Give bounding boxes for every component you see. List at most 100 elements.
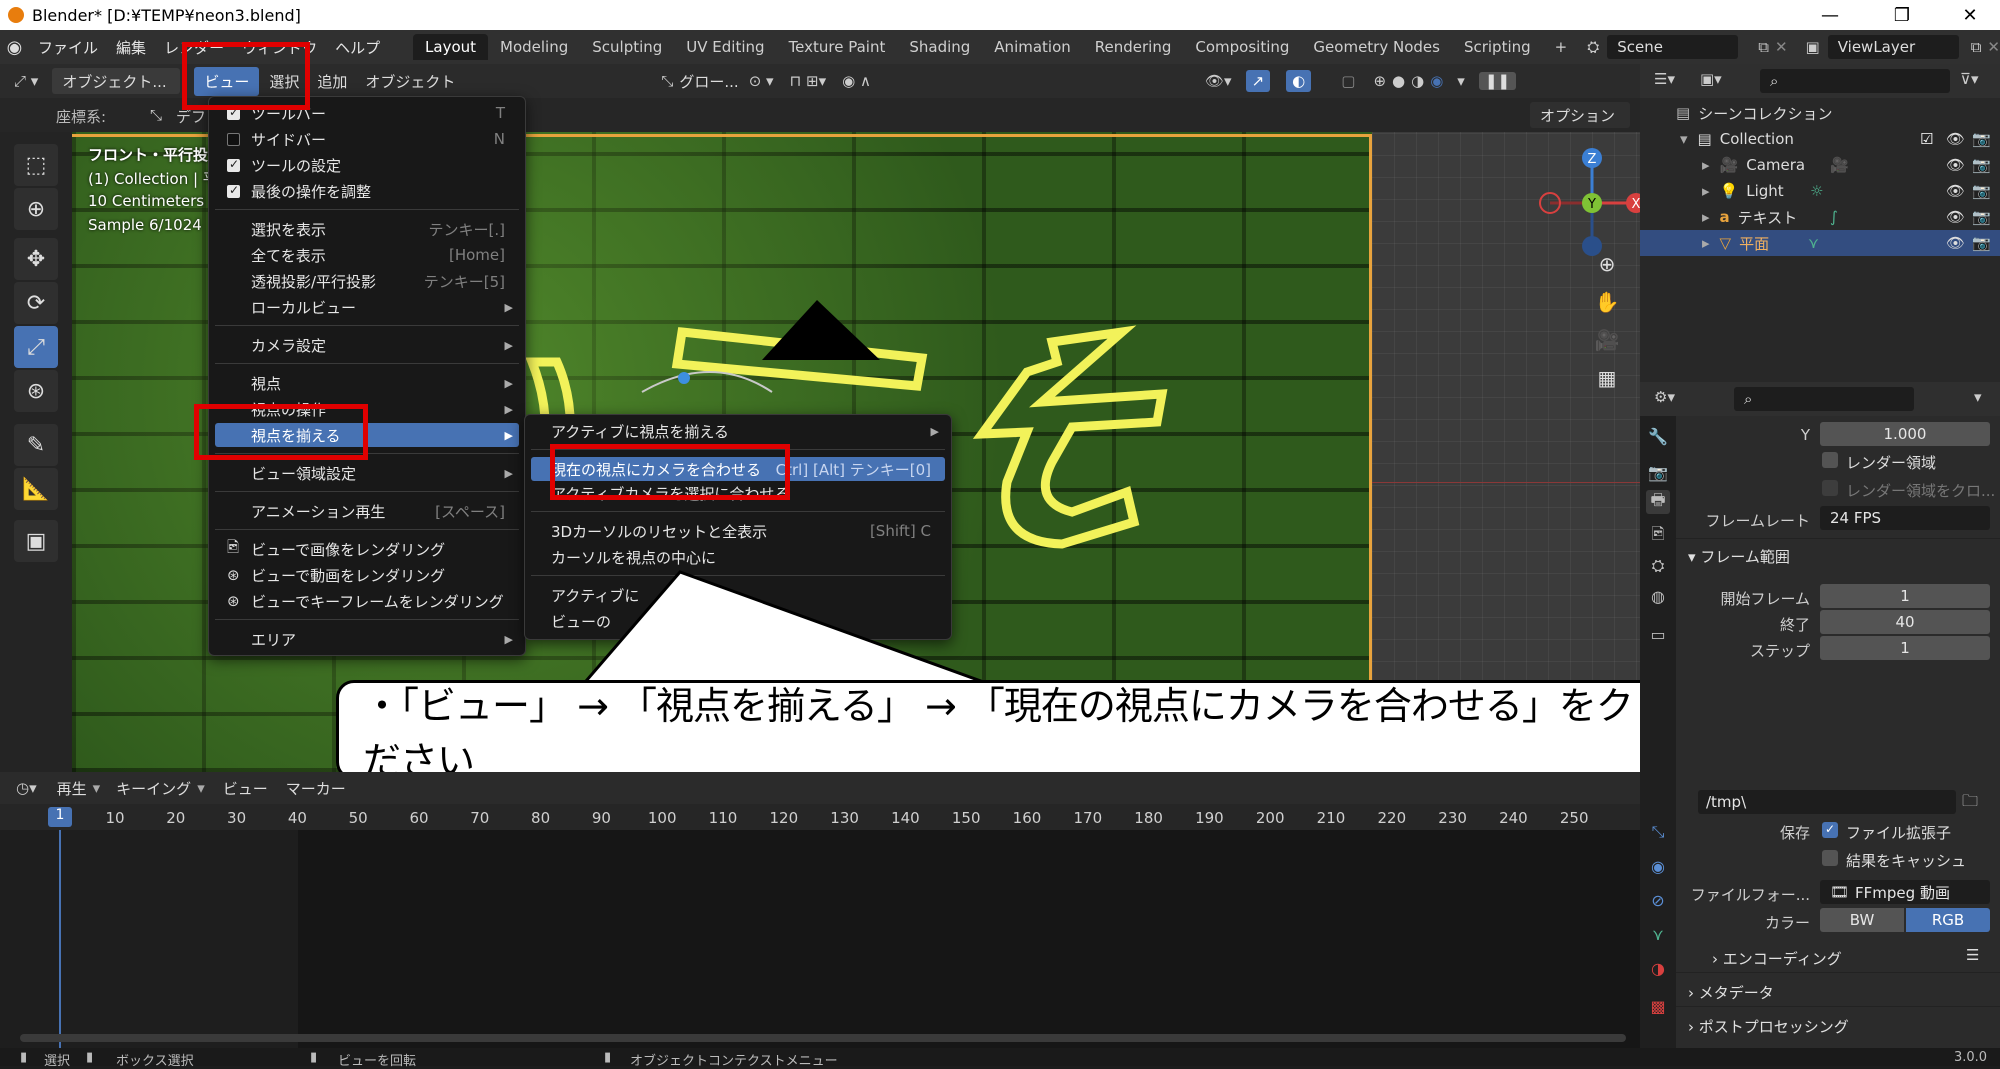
menu-item-viewpoint[interactable]: 視点 ▶	[215, 371, 519, 395]
outliner-scene-collection[interactable]: ▤ シーンコレクション	[1640, 100, 2000, 126]
menu-item-local-view[interactable]: ローカルビュー ▶	[215, 295, 519, 319]
menu-item-center-cursor[interactable]: カーソルを視点の中心に	[531, 545, 945, 569]
timeline-scrollbar[interactable]	[20, 1034, 1626, 1042]
data-tab-icon[interactable]: ⋎	[1646, 922, 1670, 946]
framerate-dropdown[interactable]: 24 FPS	[1820, 506, 1990, 530]
postprocessing-header[interactable]: › ポストプロセッシング	[1688, 1016, 1849, 1037]
add-workspace-button[interactable]: +	[1543, 34, 1580, 60]
remove-view-layer-icon[interactable]: ✕	[1987, 38, 2000, 56]
tab-rendering[interactable]: Rendering	[1083, 34, 1184, 60]
view-layer-icon[interactable]: ▣	[1806, 38, 1820, 56]
scale-tool-icon[interactable]: ⤢	[14, 326, 58, 368]
copy-view-layer-icon[interactable]: ⧉	[1971, 38, 1982, 56]
menu-item-adjust-last[interactable]: 最後の操作を調整	[215, 179, 519, 203]
file-extension-checkbox[interactable]: ✓	[1822, 822, 1838, 838]
encoding-presets-icon[interactable]: ☰	[1966, 946, 1979, 964]
pan-hand-icon[interactable]: ✋	[1595, 290, 1620, 314]
current-frame-indicator[interactable]: 1	[48, 807, 72, 827]
menu-edit[interactable]: 編集	[107, 37, 155, 58]
cache-result-checkbox[interactable]	[1822, 850, 1838, 866]
menu-item-sidebar[interactable]: サイドバー N	[215, 127, 519, 151]
annotate-tool-icon[interactable]: ✎	[14, 424, 58, 466]
mode-selector[interactable]: オブジェクト...	[52, 68, 181, 94]
copy-scene-icon[interactable]: ⧉	[1758, 38, 1769, 56]
folder-icon[interactable]: 🗀	[1962, 790, 1978, 817]
color-bw-button[interactable]: BW	[1820, 908, 1904, 932]
render-tab-icon[interactable]: 📷	[1646, 460, 1670, 484]
pivot-icon[interactable]: ⊙ ▾	[749, 72, 774, 90]
output-tab-icon[interactable]: 🖶	[1646, 490, 1670, 514]
menu-item-viewport-render-keyframes[interactable]: ⊛ ビューでキーフレームをレンダリング	[215, 589, 519, 613]
add-cube-tool-icon[interactable]: ▣	[14, 520, 58, 562]
start-frame-field[interactable]: 1	[1820, 584, 1990, 608]
minimize-button[interactable]: —	[1800, 0, 1860, 30]
menu-item-tool-settings[interactable]: ツールの設定	[215, 153, 519, 177]
pause-render-icon[interactable]: ❚❚	[1478, 72, 1516, 90]
shading-options-icon[interactable]: ▾	[1457, 72, 1465, 90]
timeline-editor-icon[interactable]: ◷▾	[16, 779, 37, 797]
outliner-row-collection[interactable]: ▾ ▤ Collection ☑ 👁 📷	[1640, 126, 2000, 152]
tab-texture-paint[interactable]: Texture Paint	[777, 34, 898, 60]
color-rgb-button[interactable]: RGB	[1906, 908, 1990, 932]
output-path-field[interactable]: /tmp\	[1698, 790, 1956, 814]
tab-geometry-nodes[interactable]: Geometry Nodes	[1301, 34, 1452, 60]
transform-tool-icon[interactable]: ⊛	[14, 370, 58, 412]
tab-scripting[interactable]: Scripting	[1452, 34, 1543, 60]
tab-shading[interactable]: Shading	[897, 34, 982, 60]
texture-tab-icon[interactable]: ▩	[1646, 994, 1670, 1018]
restore-button[interactable]: ❐	[1872, 0, 1932, 30]
step-field[interactable]: 1	[1820, 636, 1990, 660]
scene-icon[interactable]: ⛭	[1587, 38, 1599, 56]
menu-item-cursor-reset-frame-all[interactable]: 3Dカーソルのリセットと全表示 [Shift] C	[531, 519, 945, 543]
menu-item-viewport-render-animation[interactable]: ⊛ ビューで動画をレンダリング	[215, 563, 519, 587]
menu-item-area[interactable]: エリア ▶	[215, 627, 519, 651]
menu-item-view-regions[interactable]: ビュー領域設定 ▶	[215, 461, 519, 485]
frame-range-header[interactable]: ▾ フレーム範囲	[1688, 546, 1790, 567]
menu-item-frame-all[interactable]: 全てを表示 [Home]	[215, 243, 519, 267]
scene-tab-icon[interactable]: ⛭	[1646, 554, 1670, 578]
xray-icon[interactable]: ▢	[1341, 72, 1355, 90]
scene-selector[interactable]: Scene	[1607, 35, 1739, 59]
snap-icon[interactable]: ⊓ ⊞▾	[790, 72, 827, 90]
physics-tab-icon[interactable]: ◉	[1646, 854, 1670, 878]
menu-item-play-animation[interactable]: アニメーション再生 [スペース]	[215, 499, 519, 523]
tab-layout[interactable]: Layout	[413, 34, 489, 60]
measure-tool-icon[interactable]: 📐	[14, 468, 58, 510]
overlay-toggle-icon[interactable]: ◐	[1286, 70, 1312, 92]
marker-menu[interactable]: マーカー	[286, 778, 346, 799]
shading-mode-icons[interactable]: ⊕●◑◉	[1373, 72, 1449, 90]
remove-scene-icon[interactable]: ✕	[1775, 38, 1788, 56]
tab-sculpting[interactable]: Sculpting	[580, 34, 674, 60]
tab-modeling[interactable]: Modeling	[488, 34, 580, 60]
outliner-search-input[interactable]: ⌕	[1760, 69, 1950, 93]
options-dropdown[interactable]: オプション	[1530, 102, 1630, 128]
outliner-row-text[interactable]: ▸ a テキスト ∫ 👁 📷	[1640, 204, 2000, 230]
tab-animation[interactable]: Animation	[982, 34, 1082, 60]
ortho-grid-icon[interactable]: ▦	[1598, 366, 1617, 390]
collection-tab-icon[interactable]: ▭	[1646, 622, 1670, 646]
transform-orientation-icon[interactable]: ⤡	[661, 72, 673, 90]
zoom-icon[interactable]: ⊕	[1599, 252, 1616, 276]
menu-file[interactable]: ファイル	[29, 37, 107, 58]
cursor-tool-icon[interactable]: ⊕	[14, 188, 58, 230]
properties-search-input[interactable]: ⌕	[1734, 387, 1914, 411]
outliner-row-plane[interactable]: ▸ ▽ 平面 ⋎ 👁 📷	[1640, 230, 2000, 256]
end-frame-field[interactable]: 40	[1820, 610, 1990, 634]
menu-item-align-active[interactable]: アクティブに視点を揃える ▶	[531, 419, 945, 443]
navigation-gizmo[interactable]: Z Y X	[1512, 138, 1640, 268]
select-box-tool-icon[interactable]: ⬚	[14, 144, 58, 186]
encoding-header[interactable]: › エンコーディング	[1712, 948, 1842, 969]
menu-item-persp-ortho[interactable]: 透視投影/平行投影 テンキー[5]	[215, 269, 519, 293]
view-layer-selector[interactable]: ViewLayer	[1827, 35, 1959, 59]
move-tool-icon[interactable]: ✥	[14, 238, 58, 280]
menu-object[interactable]: オブジェクト	[365, 71, 455, 92]
tab-compositing[interactable]: Compositing	[1183, 34, 1301, 60]
tool-tab-icon[interactable]: 🔧	[1646, 424, 1670, 448]
visibility-icon[interactable]: 👁▾	[1205, 72, 1232, 90]
world-tab-icon[interactable]: ◍	[1646, 584, 1670, 608]
menu-help[interactable]: ヘルプ	[326, 37, 389, 58]
file-format-dropdown[interactable]: 🎞 FFmpeg 動画	[1820, 880, 1990, 904]
outliner-editor-icon[interactable]: ☰▾	[1654, 70, 1675, 88]
rotate-tool-icon[interactable]: ⟳	[14, 282, 58, 324]
proportional-edit-icon[interactable]: ◉ ∧	[842, 72, 871, 90]
